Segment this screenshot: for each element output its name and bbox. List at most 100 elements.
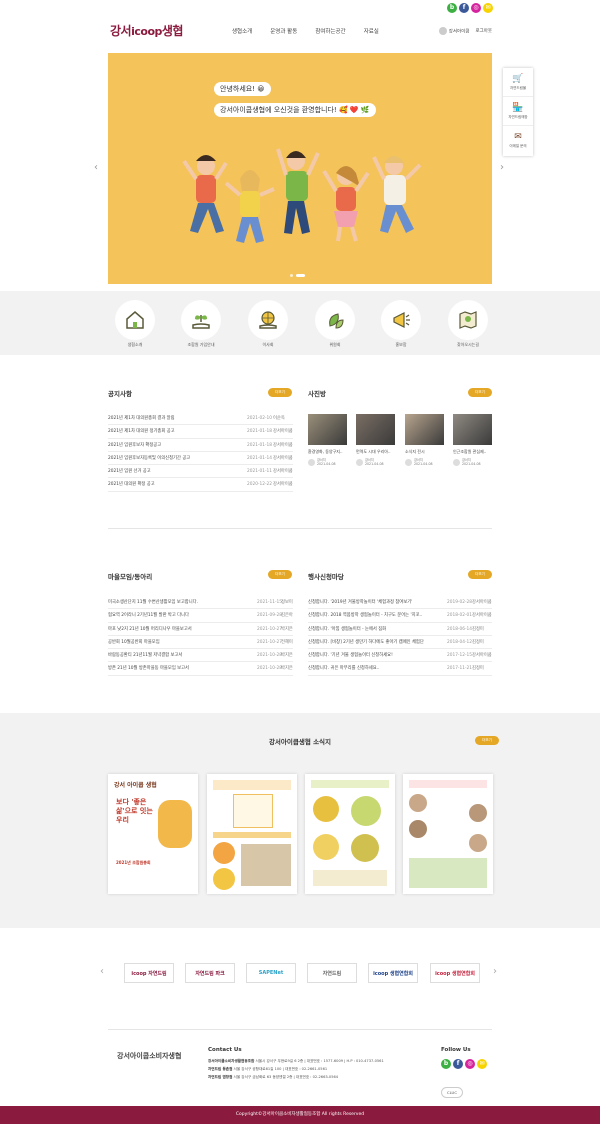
hero-prev-arrow[interactable]: ‹ xyxy=(94,162,98,173)
category-label: 찾아오시는길 xyxy=(456,342,480,347)
events-row[interactable]: 신청합니다. '아낌 생협놀이터 - 눈에서 짐화 2018-06-14 김정미 xyxy=(308,623,492,636)
photo-date: 2021-04-08 xyxy=(317,462,336,466)
events-row-title[interactable]: 신청합니다. 2018 역봄방학 생협놀이터 - 치구도 문어는 '지꼬.. xyxy=(308,609,440,622)
category-house[interactable]: 생협소개 xyxy=(115,300,155,348)
hero-dot-active[interactable] xyxy=(296,274,305,277)
events-row[interactable]: 신청합니다. 귀은 마무리를 신청하세요.. 2017-11-21 김정미 xyxy=(308,662,492,676)
quick-item-store[interactable]: 🏪 자연드림매장 xyxy=(503,97,533,126)
notice-row-date: 2021-01-11 xyxy=(247,469,272,475)
notice-row-title[interactable]: 2021년 대의원 확정 공고 xyxy=(108,478,236,491)
partner-logo[interactable]: 자연드림 xyxy=(307,963,357,983)
partner-logo[interactable]: 자연드림 파크 xyxy=(185,963,235,983)
partner-logo[interactable]: icoop 생협연합회 xyxy=(430,963,480,983)
hero-pagination xyxy=(290,274,305,277)
notice-row[interactable]: 2021년 임원후보자 확정공고 2021-01-18 강서아이쿱 xyxy=(108,439,293,452)
photo-card[interactable]: 환경영화, 동양구지.. 강서지 2021-04-08 xyxy=(308,414,347,466)
user-name: 강서아이쿱 xyxy=(448,29,470,35)
notice-row[interactable]: 2021년 임원후보자등록및 이의신청기간 공고 2021-01-14 강서아이쿱 xyxy=(108,452,293,466)
user-account[interactable]: 강서아이쿱 xyxy=(438,27,470,35)
newsletter-page[interactable] xyxy=(207,774,297,894)
newsletter-cover[interactable]: 강서 아이쿱 생협 보다 '좋은삶'으로 잇는 우리 2021년 조합원총회 xyxy=(108,774,198,894)
notice-row-title[interactable]: 2021년 임원후보자등록및 이의신청기간 공고 xyxy=(108,452,236,465)
events-row-author: 김정미 xyxy=(472,639,484,645)
blog-icon[interactable]: b xyxy=(447,3,457,13)
partner-prev-arrow[interactable]: ‹ xyxy=(100,966,104,977)
photo-card[interactable]: 먼역도 시대 우리아.. 강서지 2021-04-08 xyxy=(356,414,395,466)
nav-item-community[interactable]: 참여하는공간 xyxy=(315,27,345,35)
notice-row-title[interactable]: 2021년 제1차 대의원 정기총회 공고 xyxy=(108,425,236,438)
newsletter-page[interactable] xyxy=(403,774,493,894)
village-row-title[interactable]: 방촌 21년 10월 방촌마을동 마을모임 보고서 xyxy=(108,662,248,675)
nav-item-archive[interactable]: 자료실 xyxy=(364,27,379,35)
events-row-title[interactable]: 신청합니다. '아낌 생협놀이터 - 눈에서 짐화 xyxy=(308,623,440,636)
events-row[interactable]: 신청합니다. [비창] 2기년 생만기 하다에도 좋아기 캠페인 체험단 2018… xyxy=(308,636,492,650)
facebook-icon[interactable]: f xyxy=(459,3,469,13)
village-row-title[interactable]: 공반회 10월공반회 마을모임 xyxy=(108,636,248,649)
hero-next-arrow[interactable]: › xyxy=(500,162,504,173)
facebook-icon[interactable]: f xyxy=(453,1059,463,1069)
photo-title: 먼역도 시대 우리아.. xyxy=(356,449,391,454)
village-row-title[interactable]: 바람동공환티 21년11월 저녁결합 보고서 xyxy=(108,649,248,662)
photo-card[interactable]: 소식지 전시 강서지 2021-04-08 xyxy=(405,414,444,466)
events-row-date: 2018-04-12 xyxy=(447,639,472,645)
category-leaves[interactable]: 위원회 xyxy=(315,300,355,348)
quick-item-mall[interactable]: 🛒 자연드림몰 xyxy=(503,68,533,97)
village-row[interactable]: 방촌 21년 10월 방촌마을동 마을모임 보고서 2021-10-28 박지은 xyxy=(108,662,293,676)
village-row-title[interactable]: 협요역 2이라니 2기년11월 발판 박고 다니다 xyxy=(108,609,248,622)
partner-logo[interactable]: icoop 생협연합회 xyxy=(368,963,418,983)
newsletter-more-button[interactable]: 더보기 xyxy=(475,736,499,745)
instagram-icon[interactable]: ◎ xyxy=(471,3,481,13)
events-more-button[interactable]: 더보기 xyxy=(468,570,492,579)
notice-more-button[interactable]: 더보기 xyxy=(268,388,292,397)
village-row-author: 박지은 xyxy=(281,666,293,672)
nav-item-activities[interactable]: 운영과 활동 xyxy=(270,27,297,35)
avatar xyxy=(405,458,412,466)
village-row-title[interactable]: 마포 낮2지 21년 10월 머리디나우 마을보고서 xyxy=(108,623,248,636)
partner-next-arrow[interactable]: › xyxy=(493,966,497,977)
events-row-title[interactable]: 신청합니다. '2019년 겨울방학놀이터 '체험과정 참여보기' xyxy=(308,596,440,609)
notice-row[interactable]: 2021년 임원 선거 공고 2021-01-11 강서아이쿱 xyxy=(108,465,293,479)
notice-row[interactable]: 2021년 대의원 확정 공고 2020-12-22 강서아이쿱 xyxy=(108,478,293,492)
events-row[interactable]: 신청합니다. '2019년 겨울방학놀이터 '체험과정 참여보기' 2019-02… xyxy=(308,596,492,610)
nav-item-about[interactable]: 생협소개 xyxy=(232,27,252,35)
photos-more-button[interactable]: 더보기 xyxy=(468,388,492,397)
village-row-title[interactable]: 미국소생산단지 11월 수변산생활모임 보고합니다. xyxy=(108,596,248,609)
partner-logo[interactable]: icoop 자연드림 xyxy=(124,963,174,983)
category-megaphone[interactable]: 홍보함 xyxy=(381,300,421,348)
quick-item-email[interactable]: ✉ 이메일 문의 xyxy=(503,126,533,155)
category-globe-hand[interactable]: 이사회 xyxy=(248,300,288,348)
instagram-icon[interactable]: ◎ xyxy=(465,1059,475,1069)
newsletter-page[interactable] xyxy=(305,774,395,894)
kakaotalk-icon[interactable]: ✉ xyxy=(477,1059,487,1069)
notice-row[interactable]: 2021년 제1차 대의원총회 결과 알림 2021-02-10 이순옥 xyxy=(108,412,293,426)
hero-dot[interactable] xyxy=(290,274,293,277)
village-row[interactable]: 공반회 10월공반회 마을모임 2021-10-27 전혜미 xyxy=(108,636,293,650)
partner-logo[interactable]: SAPENet xyxy=(246,963,296,983)
jumping-people-illustration xyxy=(182,148,422,243)
notice-row[interactable]: 2021년 제1차 대의원 정기총회 공고 2021-01-18 강서아이쿱 xyxy=(108,425,293,439)
category-sprout-hand[interactable]: 조합원 가입안내 xyxy=(181,300,221,348)
photo-card[interactable]: 인근조합원 관심제.. 강서지 2021-04-08 xyxy=(453,414,492,466)
category-map-pin[interactable]: 찾아오시는길 xyxy=(448,300,488,348)
notice-row-title[interactable]: 2021년 임원후보자 확정공고 xyxy=(108,439,236,452)
site-logo[interactable]: 강서icoop생협 xyxy=(110,22,183,39)
events-row-title[interactable]: 신청합니다. '기년 겨울 생협놀이터 신청하세요! xyxy=(308,649,440,662)
events-row-title[interactable]: 신청합니다. [비창] 2기년 생만기 하다에도 좋아기 캠페인 체험단 xyxy=(308,636,440,649)
notice-row-title[interactable]: 2021년 임원 선거 공고 xyxy=(108,465,236,478)
village-row[interactable]: 바람동공환티 21년11월 저녁결합 보고서 2021-10-28 박지은 xyxy=(108,649,293,663)
village-row[interactable]: 미국소생산단지 11월 수변산생활모임 보고합니다. 2021-11-15 정보미 xyxy=(108,596,293,610)
village-row[interactable]: 협요역 2이라니 2기년11월 발판 박고 다니다 2021-09-28 김은아 xyxy=(108,609,293,623)
kakaotalk-icon[interactable]: ✉ xyxy=(483,3,493,13)
village-row[interactable]: 마포 낮2지 21년 10월 머리디나우 마을보고서 2021-10-27 박지은 xyxy=(108,623,293,636)
blog-icon[interactable]: b xyxy=(441,1059,451,1069)
family-site-button[interactable]: CLUC xyxy=(441,1087,463,1098)
logout-link[interactable]: 로그아웃 xyxy=(475,28,492,34)
mail-icon: ✉ xyxy=(514,132,522,142)
events-row[interactable]: 신청합니다. 2018 역봄방학 생협놀이터 - 치구도 문어는 '지꼬.. 20… xyxy=(308,609,492,623)
photo-title: 환경영화, 동양구지.. xyxy=(308,449,343,454)
events-row[interactable]: 신청합니다. '기년 겨울 생협놀이터 신청하세요! 2017-12-15 강서아이… xyxy=(308,649,492,663)
village-more-button[interactable]: 더보기 xyxy=(268,570,292,579)
category-label: 이사회 xyxy=(262,342,274,347)
notice-row-title[interactable]: 2021년 제1차 대의원총회 결과 알림 xyxy=(108,412,236,425)
events-row-title[interactable]: 신청합니다. 귀은 마무리를 신청하세요.. xyxy=(308,662,440,675)
